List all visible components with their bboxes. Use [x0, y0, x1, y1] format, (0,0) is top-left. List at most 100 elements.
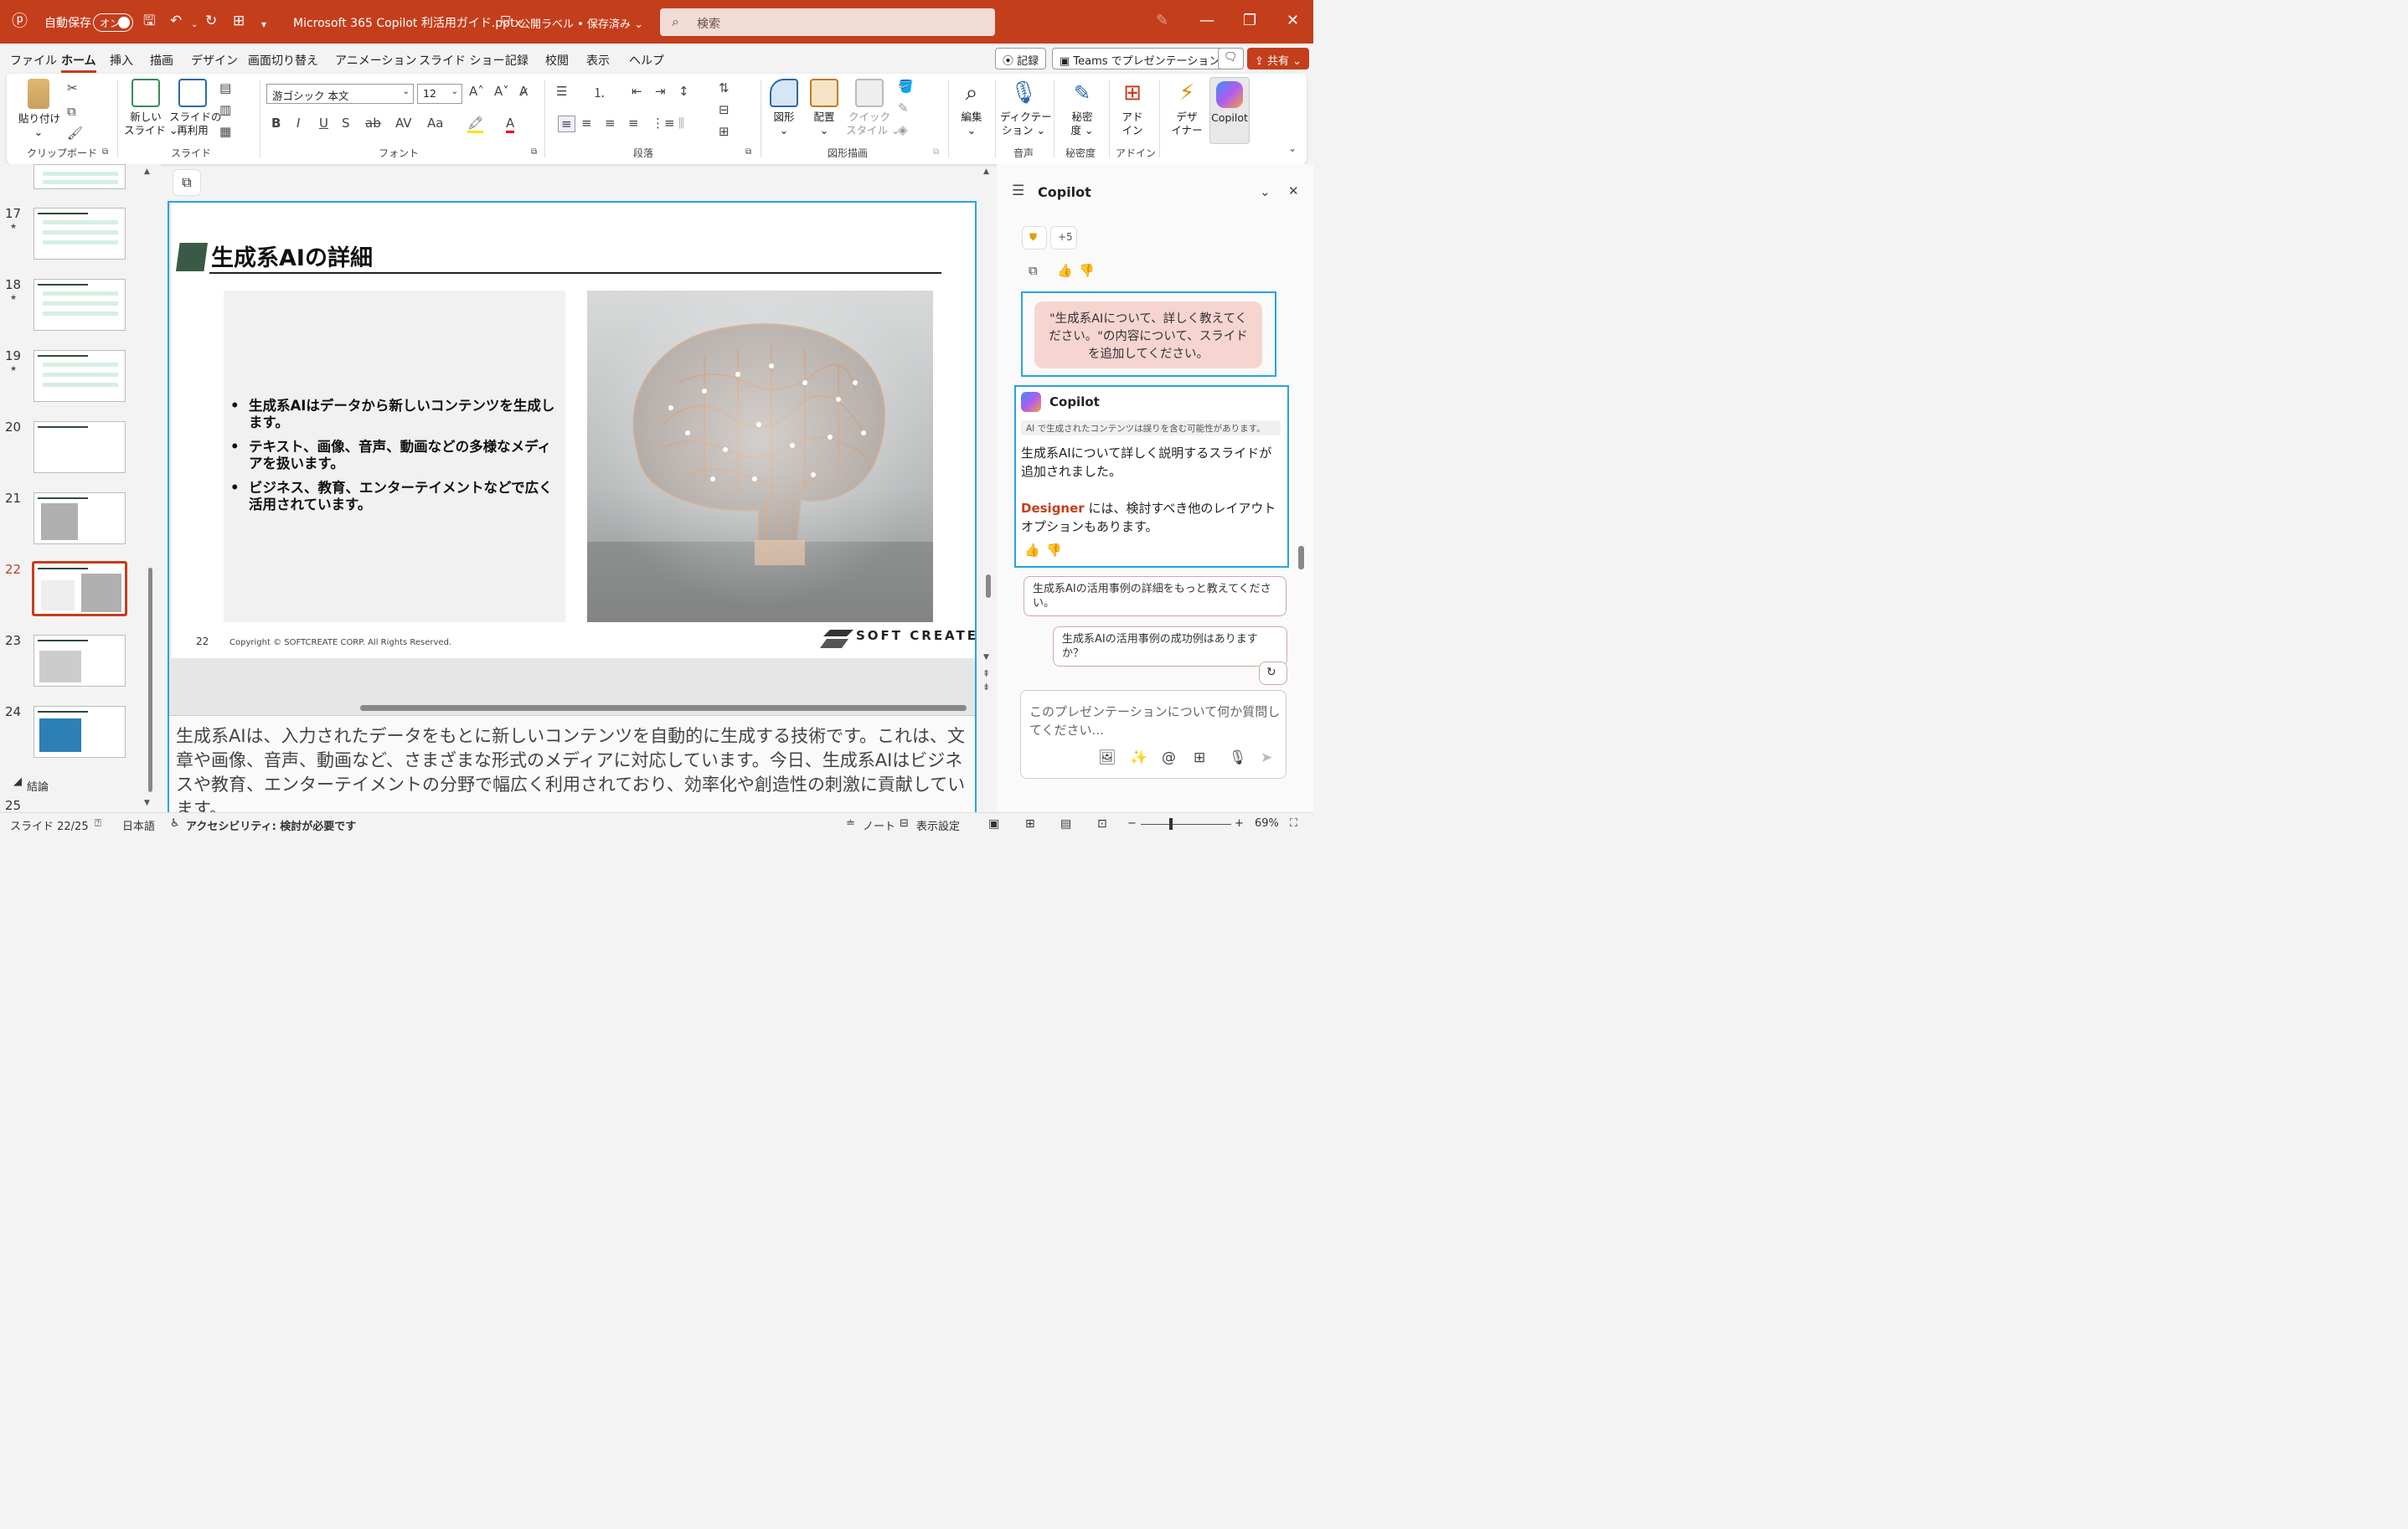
slide-thumbnail-24[interactable] — [34, 706, 126, 758]
thumbs-down-icon[interactable]: 👎 — [1079, 263, 1095, 278]
copilot-scroll-thumb[interactable] — [1298, 546, 1304, 569]
scroll-up-icon[interactable]: ▲ — [144, 167, 150, 176]
designer-button[interactable]: ⚡ デザ イナー — [1166, 79, 1208, 137]
shape-fill-icon[interactable]: 🪣 — [898, 79, 914, 94]
section-icon[interactable]: ▦ — [219, 124, 231, 139]
char-spacing-icon[interactable]: AV — [395, 116, 412, 131]
slide-thumbnail-16[interactable] — [34, 164, 126, 189]
editor-scrollbar[interactable]: ▲ ▼ ⇞ ⇟ — [982, 167, 993, 700]
collapse-ribbon-icon[interactable]: ⌄ — [1288, 142, 1297, 154]
layout-icon[interactable]: ▤ — [219, 80, 231, 95]
reading-view-icon[interactable]: ▤ — [1060, 817, 1071, 831]
columns-icon[interactable]: ⫼ — [678, 116, 684, 131]
share-button[interactable]: ⇪ 共有 ⌄ — [1247, 48, 1310, 70]
chevron-down-icon[interactable]: ⌄ — [1260, 184, 1271, 199]
minimize-icon[interactable]: — — [1199, 12, 1214, 29]
smartart-icon[interactable]: ⊞ — [719, 124, 730, 139]
addins-button[interactable]: ⊞ アド イン — [1114, 79, 1151, 137]
align-center-icon[interactable]: ≡ — [581, 116, 592, 131]
notes-icon[interactable]: ≐ — [846, 817, 855, 830]
shapes-button[interactable]: 図形 ⌄ — [766, 79, 802, 137]
zoom-in-icon[interactable]: + — [1235, 817, 1244, 830]
menu-design[interactable]: デザイン — [191, 52, 238, 69]
copilot-float-button[interactable]: ⧉ — [173, 169, 201, 196]
send-icon[interactable]: ➤ — [1261, 749, 1272, 766]
arrange-button[interactable]: 配置 ⌄ — [806, 79, 843, 137]
decrease-indent-icon[interactable]: ⇤ — [632, 84, 642, 99]
reuse-slide-button[interactable]: スライドの 再利用 — [169, 79, 222, 137]
highlight-icon[interactable]: 🖍 — [467, 116, 484, 133]
save-icon[interactable]: 🖫 — [143, 13, 155, 29]
increase-indent-icon[interactable]: ⇥ — [655, 84, 666, 99]
close-icon[interactable]: ✕ — [1287, 12, 1299, 29]
format-painter-icon[interactable]: 🖌 — [67, 126, 83, 141]
menu-record[interactable]: 記録 — [505, 52, 529, 69]
increase-font-icon[interactable]: A˄ — [469, 84, 484, 99]
language[interactable]: 日本語 — [122, 817, 155, 833]
microphone-icon[interactable]: 🎙 — [1229, 749, 1247, 766]
search-box[interactable]: ⌕ 検索 — [660, 8, 995, 36]
slide-thumbnail-20[interactable] — [34, 421, 126, 473]
suggestion-chip[interactable]: 生成系AIの活用事例の成功例はありますか？ — [1053, 626, 1287, 667]
zoom-slider-thumb[interactable] — [1169, 818, 1173, 830]
label-status[interactable]: 公開ラベル • 保存済み ⌄ — [519, 15, 643, 31]
underline-icon[interactable]: U — [319, 116, 328, 131]
slideshow-icon[interactable]: ⊡ — [1097, 817, 1107, 831]
copilot-ribbon-button[interactable]: Copilot — [1209, 77, 1250, 144]
slide-thumbnail-18[interactable] — [34, 279, 126, 331]
slide-sorter-icon[interactable]: ⊞ — [1025, 817, 1035, 831]
image-icon[interactable]: 🖼 — [1098, 749, 1116, 766]
distributed-icon[interactable]: ⋮≡ — [652, 116, 675, 131]
teams-present-button[interactable]: ▣ Teams でプレゼンテーション — [1052, 48, 1228, 70]
bold-icon[interactable]: B — [271, 116, 281, 131]
prev-slide-icon[interactable]: ⇞ — [982, 668, 990, 679]
normal-view-icon[interactable]: ▣ — [988, 817, 999, 831]
line-spacing-icon[interactable]: ↕ — [678, 84, 689, 99]
align-right-icon[interactable]: ≡ — [605, 116, 616, 131]
menu-view[interactable]: 表示 — [586, 52, 610, 69]
thumbs-up-icon[interactable]: 👍 — [1024, 543, 1040, 558]
text-direction-icon[interactable]: ⇅ — [719, 80, 730, 95]
paste-button[interactable]: 貼り付け ⌄ — [18, 79, 60, 139]
menu-file[interactable]: ファイル — [10, 52, 57, 69]
new-slide-button[interactable]: 新しい スライド ⌄ — [124, 79, 178, 137]
autosave-toggle[interactable]: オン — [93, 13, 133, 32]
next-slide-icon[interactable]: ⇟ — [982, 682, 990, 692]
restore-icon[interactable]: ❐ — [1243, 12, 1256, 29]
slide-thumbnail-23[interactable] — [34, 635, 126, 687]
mention-icon[interactable]: @ — [1162, 749, 1176, 766]
scroll-thumb[interactable] — [148, 568, 152, 792]
menu-insert[interactable]: 挿入 — [110, 52, 133, 69]
refresh-suggestions-button[interactable]: ↻ — [1259, 662, 1287, 685]
notes-button[interactable]: ノート — [863, 817, 895, 833]
bullet-textbox[interactable]: • 生成系AIはデータから新しいコンテンツを生成します。 • テキスト、画像、音声、… — [224, 291, 565, 622]
pen-icon[interactable]: ✎ — [1156, 12, 1168, 29]
slide-thumbnail-21[interactable] — [34, 492, 126, 544]
menu-animations[interactable]: アニメーション — [335, 52, 416, 69]
dictate-button[interactable]: 🎙 ディクテー ション ⌄ — [1000, 79, 1052, 137]
slide-thumbnail-22[interactable] — [32, 561, 127, 616]
menu-slideshow[interactable]: スライド ショー — [419, 52, 504, 69]
comments-button[interactable]: 🗨 — [1218, 48, 1244, 70]
sparkle-icon[interactable]: ✨ — [1130, 749, 1147, 766]
thumbs-down-icon[interactable]: 👎 — [1046, 543, 1062, 558]
zoom-out-icon[interactable]: − — [1127, 817, 1137, 830]
display-settings-button[interactable]: 表示設定 — [916, 817, 960, 833]
shadow-icon[interactable]: S — [342, 116, 350, 131]
menu-help[interactable]: ヘルプ — [629, 52, 664, 69]
font-name-select[interactable]: 游ゴシック 本文 ⌄ — [266, 84, 414, 104]
edit-button[interactable]: ⌕ 編集 ⌄ — [953, 79, 990, 137]
dialog-launcher-icon[interactable]: ⧉ — [531, 147, 537, 157]
hamburger-icon[interactable]: ☰ — [1012, 183, 1024, 199]
align-text-icon[interactable]: ⊟ — [719, 102, 730, 117]
close-icon[interactable]: ✕ — [1288, 183, 1299, 198]
horizontal-scrollbar[interactable] — [360, 705, 967, 711]
spellcheck-icon[interactable]: ⍰ — [95, 817, 101, 830]
numbering-icon[interactable]: ⒈ — [593, 84, 606, 101]
shape-outline-icon[interactable]: ✎ — [898, 100, 909, 116]
speaker-notes[interactable]: 生成系AIは、入力されたデータをもとに新しいコンテンツを自動的に生成する技術です… — [169, 715, 975, 819]
fit-slide-icon[interactable]: ⛶ — [1290, 817, 1297, 830]
undo-icon[interactable]: ↶ — [170, 13, 182, 29]
record-button[interactable]: ⦿ 記録 — [995, 48, 1047, 70]
scroll-down-icon[interactable]: ▼ — [144, 799, 150, 807]
